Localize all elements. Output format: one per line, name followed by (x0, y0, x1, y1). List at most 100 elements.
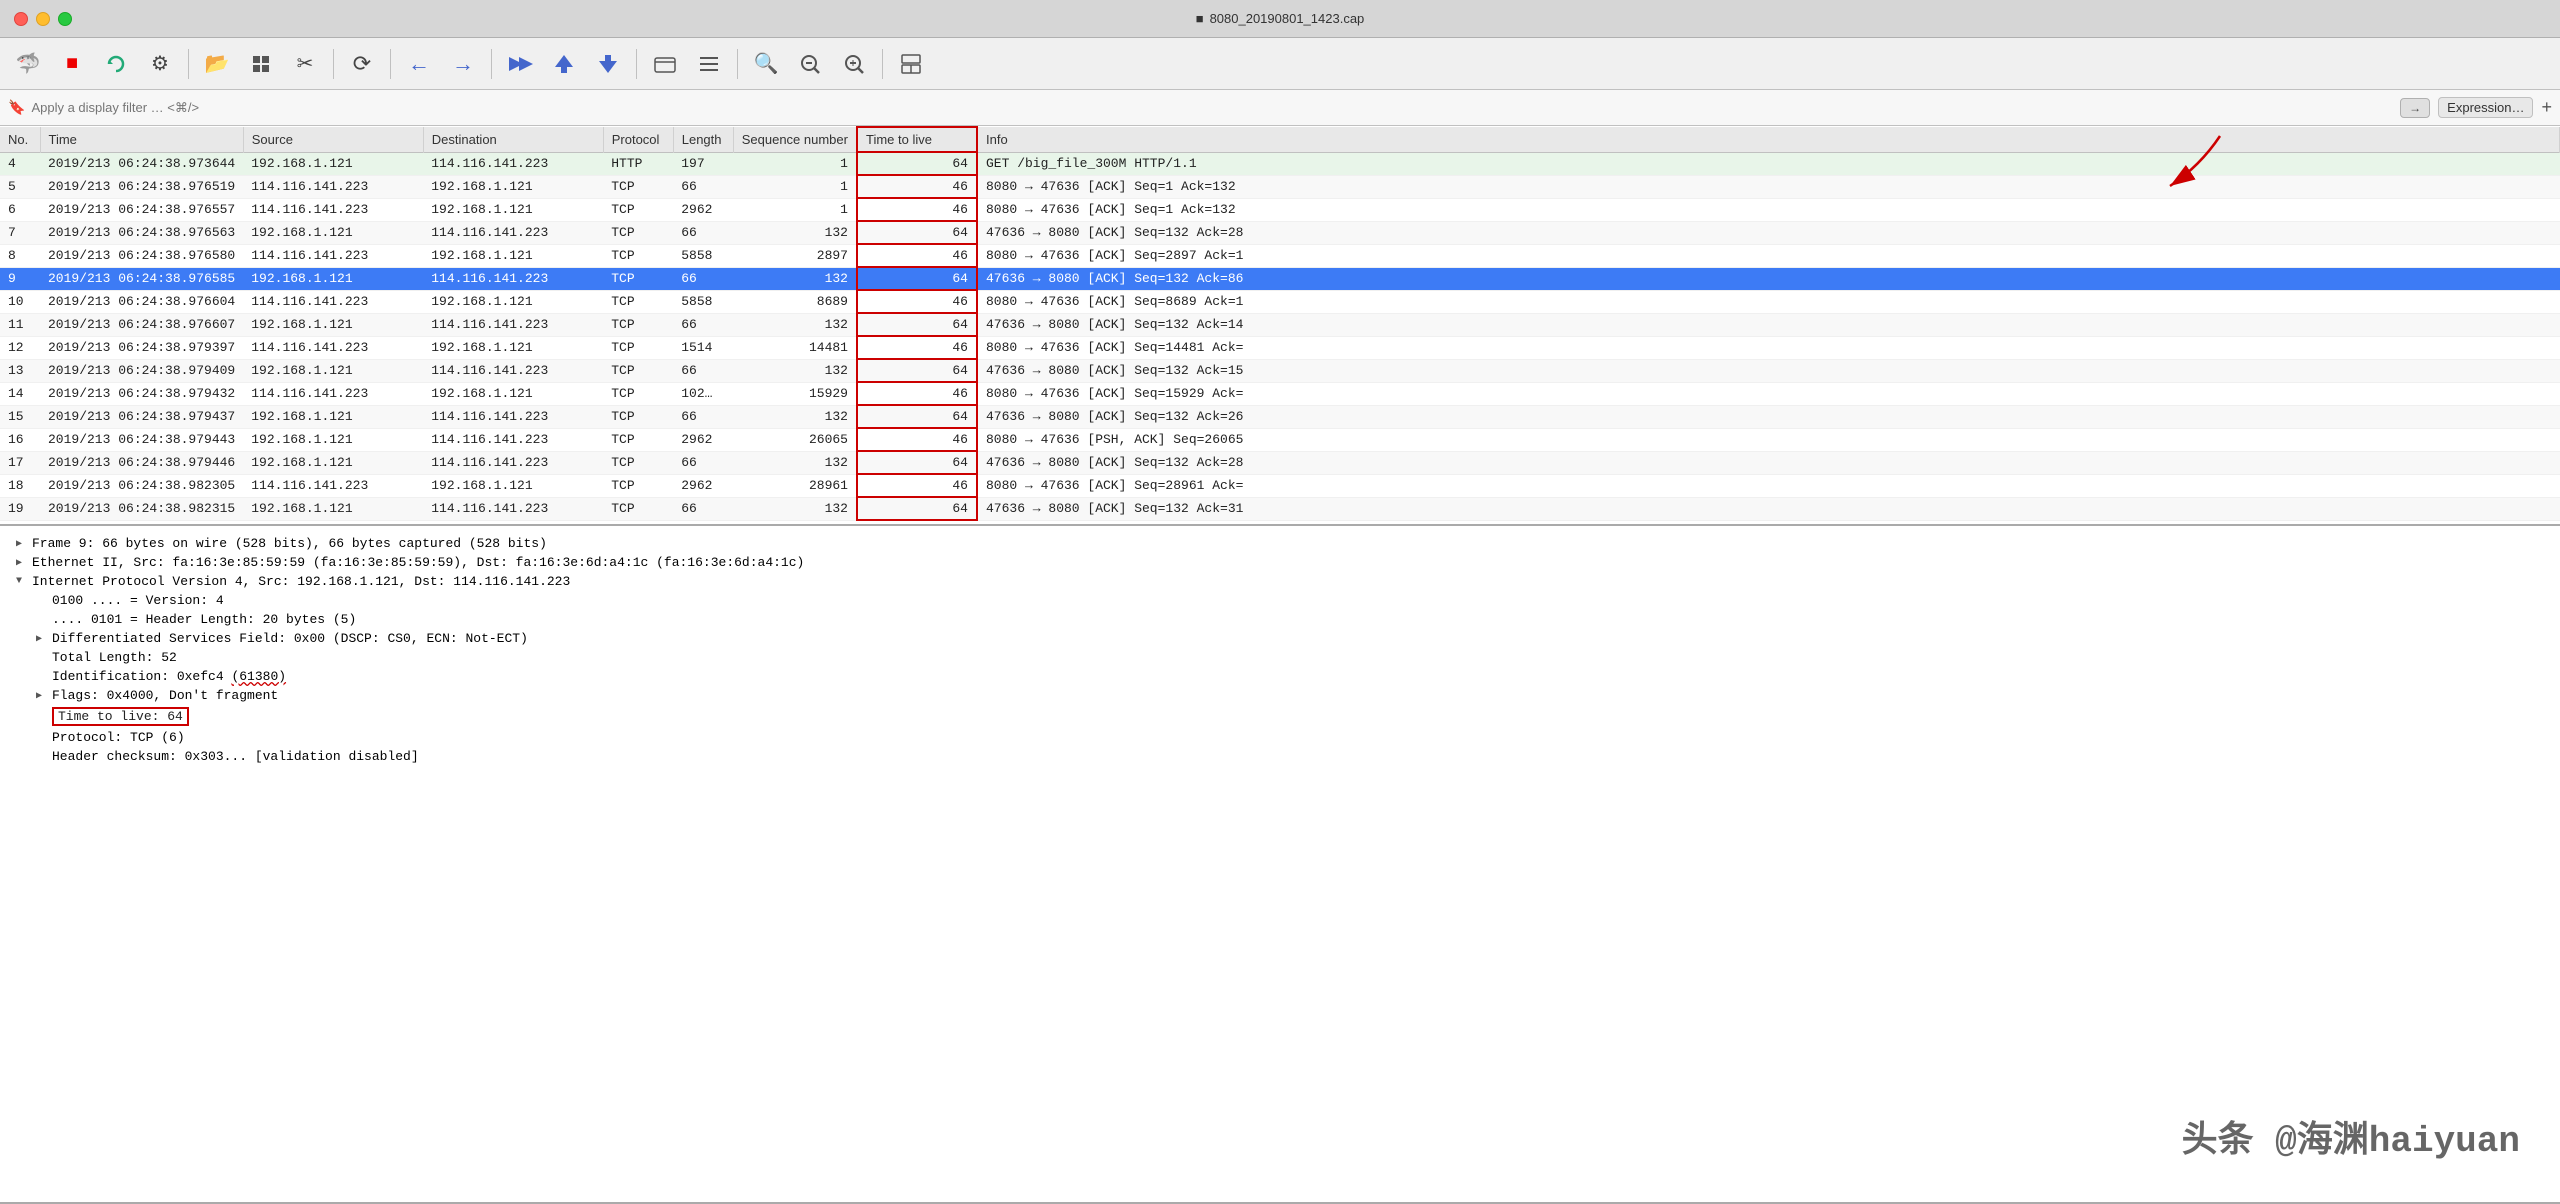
cell-source: 114.116.141.223 (243, 382, 423, 405)
table-row[interactable]: 15 2019/213 06:24:38.979437 192.168.1.12… (0, 405, 2560, 428)
restart-button[interactable] (96, 44, 136, 84)
cell-proto: HTTP (603, 152, 673, 175)
cell-length: 66 (673, 267, 733, 290)
table-row[interactable]: 11 2019/213 06:24:38.976607 192.168.1.12… (0, 313, 2560, 336)
stop-button[interactable]: ■ (52, 44, 92, 84)
header-ttl[interactable]: Time to live (857, 127, 977, 152)
cut-button[interactable]: ✂ (285, 44, 325, 84)
table-row[interactable]: 5 2019/213 06:24:38.976519 114.116.141.2… (0, 175, 2560, 198)
detail-line: Protocol: TCP (6) (0, 728, 2560, 747)
table-row[interactable]: 16 2019/213 06:24:38.979443 192.168.1.12… (0, 428, 2560, 451)
table-row[interactable]: 4 2019/213 06:24:38.973644 192.168.1.121… (0, 152, 2560, 175)
main-toolbar: 🦈 ■ ⚙ 📂 ✂ ⟳ ← → 🔍 (0, 38, 2560, 90)
cell-proto: TCP (603, 405, 673, 428)
expand-icon[interactable]: ▶ (36, 690, 48, 702)
detail-line[interactable]: ▶ Frame 9: 66 bytes on wire (528 bits), 6… (0, 534, 2560, 553)
header-info[interactable]: Info (977, 127, 2560, 152)
expand-icon[interactable]: ▶ (36, 633, 48, 645)
cell-proto: TCP (603, 497, 673, 520)
detail-text: Internet Protocol Version 4, Src: 192.16… (32, 574, 570, 589)
cell-seq: 1 (733, 198, 857, 221)
table-row[interactable]: 14 2019/213 06:24:38.979432 114.116.141.… (0, 382, 2560, 405)
header-source[interactable]: Source (243, 127, 423, 152)
cell-length: 5858 (673, 290, 733, 313)
cell-source: 192.168.1.121 (243, 221, 423, 244)
spacer (36, 671, 48, 683)
zoom-in-button[interactable]: 🔍 (746, 44, 786, 84)
cell-time: 2019/213 06:24:38.979443 (40, 428, 243, 451)
header-sequence[interactable]: Sequence number (733, 127, 857, 152)
expression-button[interactable]: Expression… (2438, 97, 2533, 118)
up-button[interactable] (544, 44, 584, 84)
back-button[interactable]: ← (399, 44, 439, 84)
cell-dest: 192.168.1.121 (423, 336, 603, 359)
cell-dest: 114.116.141.223 (423, 267, 603, 290)
folder-button[interactable]: 📂 (197, 44, 237, 84)
capture1-button[interactable] (645, 44, 685, 84)
table-row[interactable]: 19 2019/213 06:24:38.982315 192.168.1.12… (0, 497, 2560, 520)
header-time[interactable]: Time (40, 127, 243, 152)
sep1 (188, 49, 189, 79)
detail-line[interactable]: ▼ Internet Protocol Version 4, Src: 192.1… (0, 572, 2560, 591)
table-row[interactable]: 6 2019/213 06:24:38.976557 114.116.141.2… (0, 198, 2560, 221)
spacer (36, 732, 48, 744)
minimize-button[interactable] (36, 12, 50, 26)
table-row[interactable]: 18 2019/213 06:24:38.982305 114.116.141.… (0, 474, 2560, 497)
cell-info: 47636 → 8080 [ACK] Seq=132 Ack=14 (977, 313, 2560, 336)
cell-seq: 15929 (733, 382, 857, 405)
cell-source: 192.168.1.121 (243, 405, 423, 428)
cell-info: 47636 → 8080 [ACK] Seq=132 Ack=28 (977, 451, 2560, 474)
cell-seq: 132 (733, 405, 857, 428)
table-row[interactable]: 8 2019/213 06:24:38.976580 114.116.141.2… (0, 244, 2560, 267)
cell-no: 19 (0, 497, 40, 520)
detail-line[interactable]: ▶Ethernet II, Src: fa:16:3e:85:59:59 (fa… (0, 553, 2560, 572)
cell-seq: 132 (733, 267, 857, 290)
table-row[interactable]: 13 2019/213 06:24:38.979409 192.168.1.12… (0, 359, 2560, 382)
header-no: No. (0, 127, 40, 152)
table-row[interactable]: 9 2019/213 06:24:38.976585 192.168.1.121… (0, 267, 2560, 290)
cell-proto: TCP (603, 359, 673, 382)
header-destination[interactable]: Destination (423, 127, 603, 152)
packet-list[interactable]: No. Time Source Destination Protocol Len… (0, 126, 2560, 526)
traffic-lights[interactable] (14, 12, 72, 26)
table-row[interactable]: 7 2019/213 06:24:38.976563 192.168.1.121… (0, 221, 2560, 244)
cell-length: 66 (673, 405, 733, 428)
expand-icon[interactable]: ▶ (16, 538, 28, 550)
detail-line[interactable]: ▶Differentiated Services Field: 0x00 (DS… (0, 629, 2560, 648)
cell-proto: TCP (603, 428, 673, 451)
header-protocol[interactable]: Protocol (603, 127, 673, 152)
cell-info: 47636 → 8080 [ACK] Seq=132 Ack=15 (977, 359, 2560, 382)
filter-input[interactable] (31, 100, 2394, 115)
detail-line[interactable]: ▶Flags: 0x4000, Don't fragment (0, 686, 2560, 705)
detail-text: Frame 9: 66 bytes on wire (528 bits), 66… (32, 536, 547, 551)
table-row[interactable]: 12 2019/213 06:24:38.979397 114.116.141.… (0, 336, 2560, 359)
down-button[interactable] (588, 44, 628, 84)
detail-line: Time to live: 64 (0, 705, 2560, 728)
filter-apply-button[interactable]: → (2400, 98, 2430, 118)
refresh-button[interactable]: ⟳ (342, 44, 382, 84)
cell-time: 2019/213 06:24:38.979397 (40, 336, 243, 359)
cell-dest: 114.116.141.223 (423, 313, 603, 336)
cell-time: 2019/213 06:24:38.976604 (40, 290, 243, 313)
cell-seq: 26065 (733, 428, 857, 451)
grid-button[interactable] (241, 44, 281, 84)
table-row[interactable]: 10 2019/213 06:24:38.976604 114.116.141.… (0, 290, 2560, 313)
header-length[interactable]: Length (673, 127, 733, 152)
cell-proto: TCP (603, 382, 673, 405)
maximize-button[interactable] (58, 12, 72, 26)
expand-icon[interactable]: ▶ (16, 557, 28, 569)
forward-button[interactable]: → (443, 44, 483, 84)
expand-icon[interactable]: ▼ (16, 576, 28, 588)
shark-button[interactable]: 🦈 (8, 44, 48, 84)
close-button[interactable] (14, 12, 28, 26)
capture2-button[interactable] (689, 44, 729, 84)
settings-button[interactable]: ⚙ (140, 44, 180, 84)
zoom-out-button[interactable] (790, 44, 830, 84)
cell-length: 2962 (673, 474, 733, 497)
filter-plus-button[interactable]: + (2541, 97, 2552, 118)
table-row[interactable]: 17 2019/213 06:24:38.979446 192.168.1.12… (0, 451, 2560, 474)
zoom-100-button[interactable] (834, 44, 874, 84)
detail-line: 0100 .... = Version: 4 (0, 591, 2560, 610)
layout-button[interactable] (891, 44, 931, 84)
go-button[interactable] (500, 44, 540, 84)
